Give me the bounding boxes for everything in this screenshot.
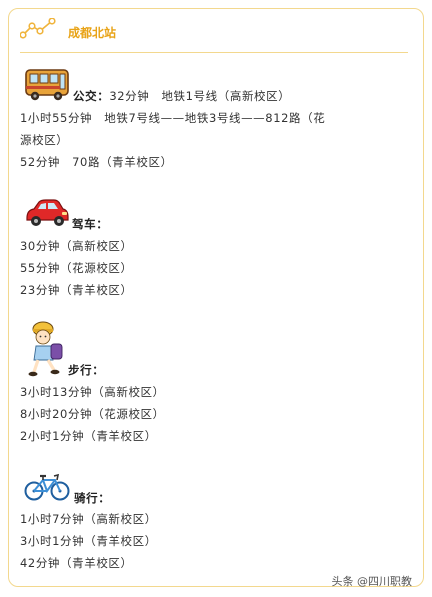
walk-label: 步行： [68, 363, 105, 377]
car-time-2: 55分钟（花源校区） [20, 261, 133, 275]
watermark: 头条 @四川职教 [331, 575, 413, 588]
header-divider [20, 52, 408, 53]
walk-time-2: 8小时20分钟（花源校区） [20, 407, 165, 421]
car-label: 驾车： [72, 217, 109, 231]
bicycle-icon [24, 473, 70, 501]
car-icon [26, 199, 69, 226]
bus-route-2-cont: 源校区） [20, 133, 69, 147]
bike-label: 骑行： [74, 491, 111, 505]
walk-time-1: 3小时13分钟（高新校区） [20, 385, 165, 399]
car-time-1: 30分钟（高新校区） [20, 239, 133, 253]
bike-time-3: 42分钟（青羊校区） [20, 556, 133, 570]
bus-icon [25, 69, 69, 101]
bus-route-2: 1小时55分钟 地铁7号线——地铁3号线——812路（花 [20, 111, 326, 125]
bike-time-2: 3小时1分钟（青羊校区） [20, 534, 157, 548]
bike-time-1: 1小时7分钟（高新校区） [20, 512, 157, 526]
dots-line-icon [20, 18, 56, 39]
bus-label: 公交： [73, 89, 110, 103]
walk-time-3: 2小时1分钟（青羊校区） [20, 429, 157, 443]
walking-child-icon [28, 321, 63, 377]
car-time-3: 23分钟（青羊校区） [20, 283, 133, 297]
bus-route-3: 52分钟 70路（青羊校区） [20, 155, 173, 169]
bus-route-1: 32分钟 地铁1号线（高新校区） [109, 89, 291, 103]
station-title: 成都北站 [68, 26, 117, 40]
